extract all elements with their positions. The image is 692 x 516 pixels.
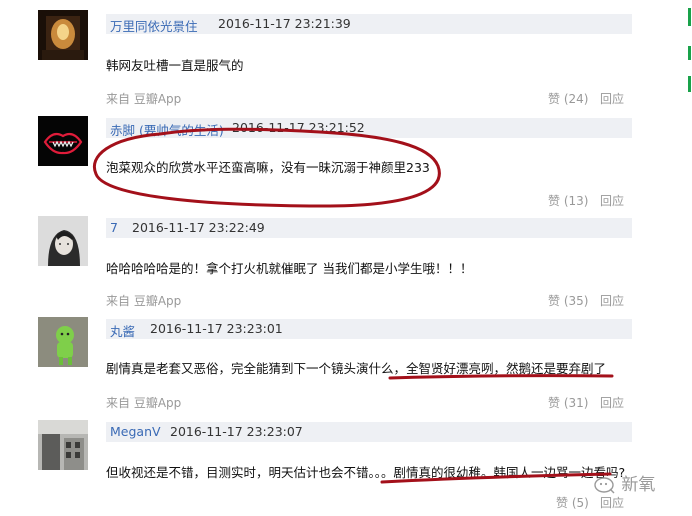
like-button[interactable]: 赞 (5)	[556, 494, 589, 511]
reply-button[interactable]: 回应	[600, 494, 624, 511]
comment-meta: MeganV 2016-11-17 23:23:07	[106, 422, 632, 442]
side-marker	[688, 46, 691, 60]
comment-time: 2016-11-17 23:23:07	[170, 424, 303, 439]
avatar[interactable]	[38, 420, 88, 470]
comment-text: 但收视还是不错，目测实时，明天估计也会不错。。。剧情真的很幼稚。韩国人一边骂一边…	[106, 465, 626, 480]
username-link[interactable]: MeganV	[110, 424, 161, 439]
comment-item: MeganV 2016-11-17 23:23:07 但收视还是不错，目测实时，…	[0, 0, 692, 516]
watermark-logo-icon	[594, 476, 616, 494]
side-marker	[688, 8, 691, 26]
watermark-text: 新氧	[621, 475, 656, 495]
side-marker	[688, 76, 691, 92]
watermark: 新氧	[594, 470, 655, 495]
